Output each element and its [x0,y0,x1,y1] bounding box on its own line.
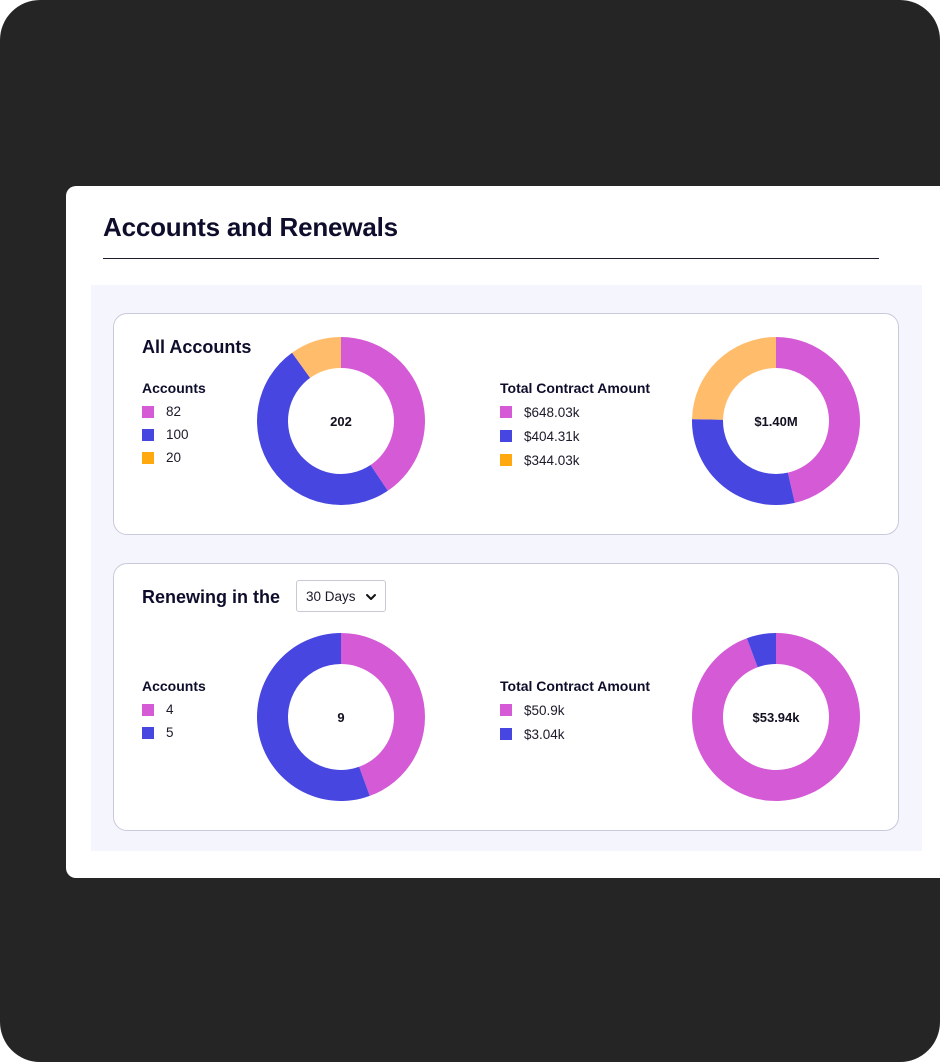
renew-accounts-legend-heading: Accounts [142,678,206,694]
renew-accounts-donut-chart: 9 [256,632,426,802]
legend-item: $3.04k [500,722,565,746]
renew-contract-donut-chart: $53.94k [691,632,861,802]
all-accounts-title: All Accounts [142,337,252,357]
title-divider [103,258,879,259]
legend-label: $404.31k [524,428,580,444]
contract-legend: $648.03k $404.31k $344.03k [500,400,580,472]
legend-item: 82 [142,400,189,423]
donut-center-label: $1.40M [754,413,798,429]
legend-label: 20 [166,450,182,465]
legend-item: $648.03k [500,400,580,424]
renew-contract-legend-heading: Total Contract Amount [500,678,651,694]
blue-swatch [142,428,154,441]
accounts-legend-heading: Accounts [142,380,206,396]
legend-label: 5 [166,725,174,740]
blue-swatch [142,726,154,739]
legend-item: 5 [142,721,174,744]
legend-item: 20 [142,446,189,469]
page-title: Accounts and Renewals [103,212,398,242]
accounts-legend: 82 100 20 [142,400,189,469]
legend-label: 82 [166,404,182,419]
orange-swatch [500,454,512,466]
renewing-title: Renewing in the [142,587,281,607]
legend-item: 4 [142,698,174,721]
legend-item: $404.31k [500,424,580,448]
magenta-swatch [500,406,512,418]
donut-center-label: 202 [330,413,352,429]
content-area: All Accounts Accounts 82 100 20 202 Tota… [91,285,922,851]
donut-center-label: 9 [337,709,345,725]
legend-label: $50.9k [524,702,565,718]
legend-item: $344.03k [500,448,580,472]
contract-legend-heading: Total Contract Amount [500,380,651,396]
legend-item: 100 [142,423,189,446]
orange-swatch [142,451,154,464]
renewing-card: Renewing in the 30 Days Accounts 4 5 9 T… [113,563,899,831]
legend-label: $3.04k [524,726,565,742]
chevron-down-icon [366,594,376,600]
renew-accounts-legend: 4 5 [142,698,174,744]
accounts-donut-chart: 202 [256,336,426,506]
legend-label: $344.03k [524,452,580,468]
period-select[interactable]: 30 Days [296,580,386,612]
renew-contract-legend: $50.9k $3.04k [500,698,565,746]
magenta-swatch [142,703,154,716]
period-select-value: 30 Days [306,588,356,604]
magenta-swatch [142,405,154,418]
blue-swatch [500,728,512,740]
legend-label: 100 [166,427,189,442]
legend-item: $50.9k [500,698,565,722]
all-accounts-card: All Accounts Accounts 82 100 20 202 Tota… [113,313,899,535]
contract-donut-chart: $1.40M [691,336,861,506]
magenta-swatch [500,704,512,716]
dashboard-panel: Accounts and Renewals All Accounts Accou… [66,186,940,878]
blue-swatch [500,430,512,442]
donut-center-label: $53.94k [752,709,800,725]
legend-label: 4 [166,702,174,717]
dark-frame: Accounts and Renewals All Accounts Accou… [0,0,940,1062]
legend-label: $648.03k [524,404,580,420]
